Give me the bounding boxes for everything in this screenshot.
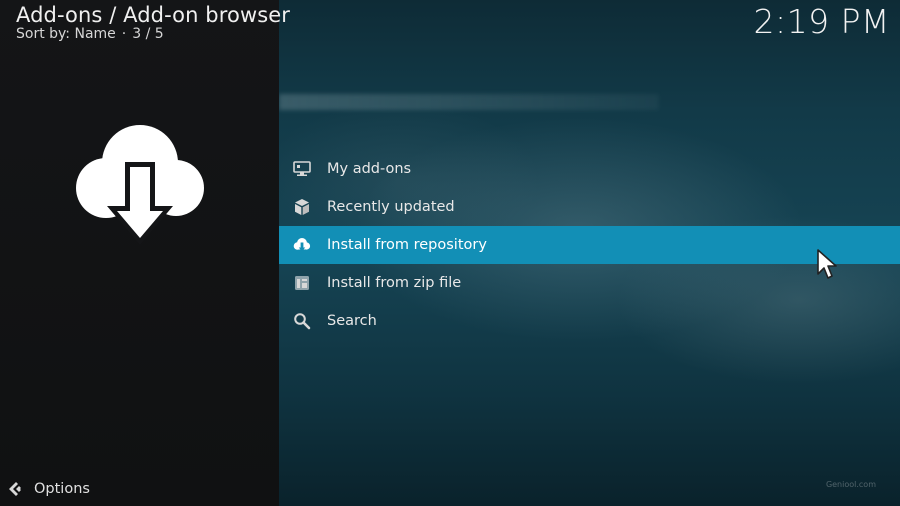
options-button[interactable]: Options [6,479,90,499]
clock: 2:19 PM [753,2,890,41]
menu-item-label: Search [327,313,377,329]
search-icon [293,312,311,330]
monitor-icon [293,160,311,178]
options-label: Options [34,481,90,497]
left-info-panel [0,0,279,506]
menu-item-install-from-zip[interactable]: Install from zip file [279,264,900,302]
sort-info: Sort by: Name · 3 / 5 [16,26,164,42]
zip-file-icon [293,274,311,292]
cloud-download-icon [76,125,204,245]
menu-item-install-from-repository[interactable]: Install from repository [279,226,900,264]
menu-item-search[interactable]: Search [279,302,900,340]
fanart-highlight [279,94,659,110]
addon-menu-list: My add-ons Recently updated Install from… [279,150,900,340]
page-title: Add-ons / Add-on browser [16,3,291,27]
cloud-download-icon [293,236,311,254]
menu-item-label: My add-ons [327,161,412,177]
menu-item-label: Install from zip file [327,275,462,291]
mouse-pointer-icon [817,249,837,279]
separator-dot: · [121,26,127,42]
menu-item-my-addons[interactable]: My add-ons [279,150,900,188]
box-icon [293,198,311,216]
menu-item-recently-updated[interactable]: Recently updated [279,188,900,226]
options-chevron-icon [6,480,24,498]
menu-item-label: Install from repository [327,237,487,253]
menu-item-label: Recently updated [327,199,455,215]
addon-browser-screen: Add-ons / Add-on browser Sort by: Name · 3… [0,0,900,506]
watermark: Geniool.com [825,480,876,489]
sort-label[interactable]: Sort by: Name [16,26,116,42]
item-position: 3 / 5 [132,26,164,42]
